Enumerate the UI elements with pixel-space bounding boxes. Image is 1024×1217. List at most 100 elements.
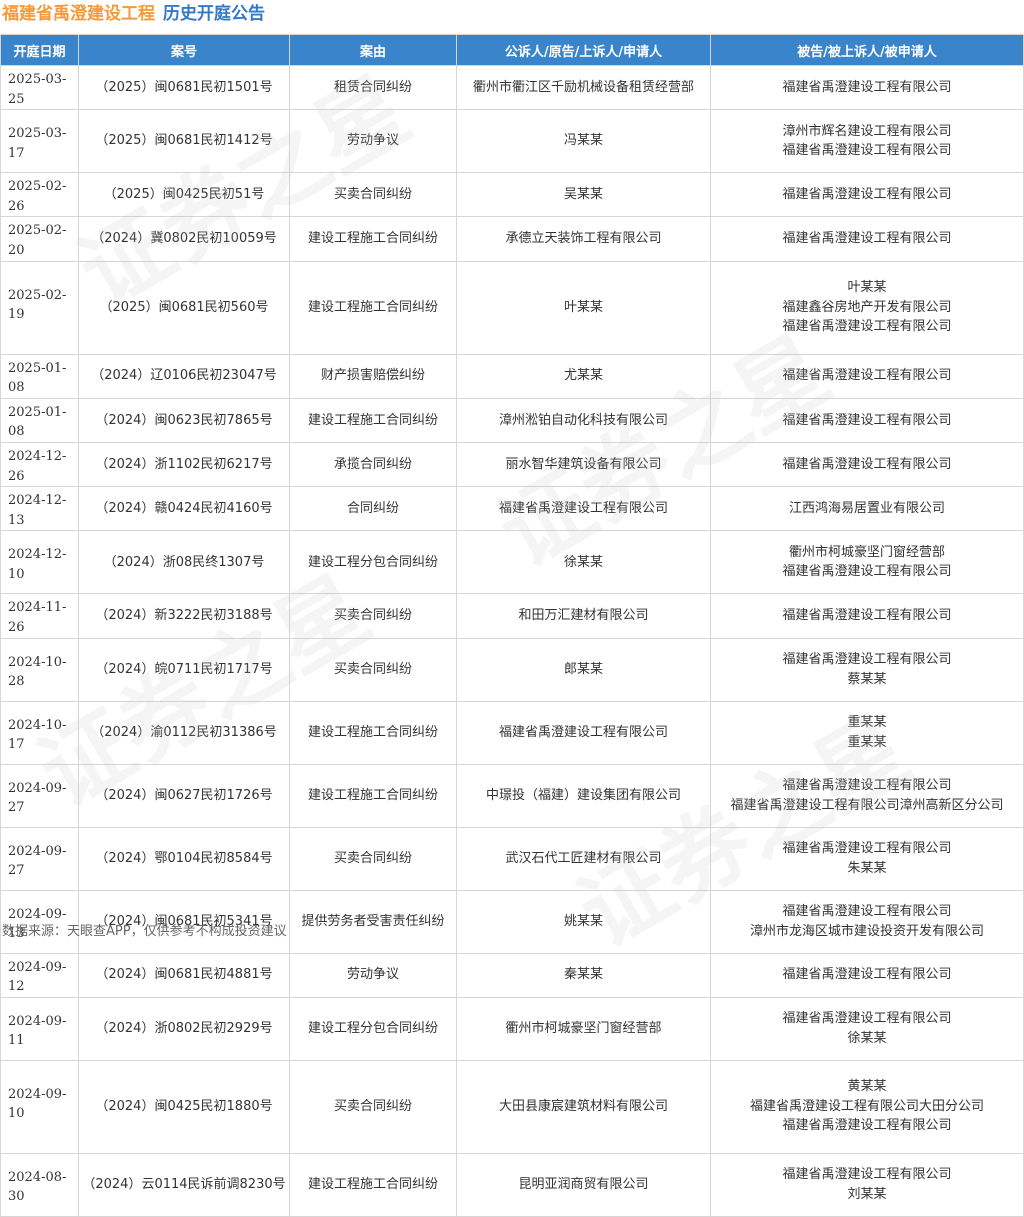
defendant-cell: 福建省禹澄建设工程有限公司 [710, 353, 1024, 399]
case-cause-cell: 建设工程施工合同纠纷 [289, 763, 457, 828]
defendant-name: 福建省禹澄建设工程有限公司 [782, 1167, 952, 1183]
table-row: 2025-02-26 （2025）闽0425民初51号 买卖合同纠纷 吴某某 福建省禹澄… [0, 172, 1024, 218]
column-header-case-no: 案号 [78, 34, 290, 66]
company-name: 福建省禹澄建设工程 [2, 4, 155, 24]
table-row: 2024-09-10 （2024）闽0425民初1880号 买卖合同纠纷 大田县康宸建… [0, 1059, 1024, 1154]
table-row: 2025-02-19 （2025）闽0681民初560号 建设工程施工合同纠纷 叶某某… [0, 260, 1024, 355]
plaintiff-cell: 中璟投（福建）建设集团有限公司 [456, 763, 711, 828]
case-cause-cell: 承揽合同纠纷 [289, 441, 457, 488]
hearing-date-cell: 2024-09-27 [0, 763, 79, 828]
defendant-name: 衢州市柯城豪坚门窗经营部 [788, 544, 945, 560]
plaintiff-name: 承德立天装饰工程有限公司 [505, 231, 662, 247]
case-number-cell: （2024）冀0802民初10059号 [78, 216, 290, 262]
case-number-cell: （2024）浙1102民初6217号 [78, 441, 290, 488]
defendant-cell: 福建省禹澄建设工程有限公司 徐某某 [710, 996, 1024, 1061]
table-row: 2024-09-27 （2024）鄂0104民初8584号 买卖合同纠纷 武汉石代工匠… [0, 826, 1024, 891]
table-row: 2024-09-12 （2024）闽0681民初4881号 劳动争议 秦某某 福建省禹澄… [0, 952, 1024, 998]
plaintiff-name: 秦某某 [563, 967, 603, 983]
plaintiff-cell: 衢州市衢江区千励机械设备租赁经营部 [456, 64, 711, 111]
plaintiff-name: 丽水智华建筑设备有限公司 [505, 456, 662, 472]
plaintiff-name: 徐某某 [563, 554, 603, 570]
case-cause-cell: 买卖合同纠纷 [289, 826, 457, 891]
plaintiff-cell: 尤某某 [456, 353, 711, 399]
column-header-cause: 案由 [289, 34, 457, 66]
plaintiff-name: 冯某某 [563, 133, 603, 149]
plaintiff-name: 衢州市柯城豪坚门窗经营部 [505, 1020, 662, 1036]
defendant-name: 叶某某 [847, 280, 887, 296]
case-number-cell: （2024）鄂0104民初8584号 [78, 826, 290, 891]
plaintiff-name: 昆明亚润商贸有限公司 [518, 1176, 649, 1192]
case-number-cell: （2024）闽0425民初1880号 [78, 1059, 290, 1154]
hearing-date-cell: 2024-10-28 [0, 637, 79, 702]
case-number-cell: （2024）辽0106民初23047号 [78, 353, 290, 399]
case-cause-cell: 买卖合同纠纷 [289, 637, 457, 702]
plaintiff-cell: 叶某某 [456, 260, 711, 355]
defendant-name: 福建省禹澄建设工程有限公司 [782, 79, 952, 95]
hearing-date-cell: 2025-02-26 [0, 172, 79, 218]
table-row: 2025-02-20 （2024）冀0802民初10059号 建设工程施工合同纠纷 承… [0, 216, 1024, 262]
case-number-cell: （2024）闽0627民初1726号 [78, 763, 290, 828]
defendant-name: 漳州市龙海区城市建设投资开发有限公司 [749, 923, 984, 939]
case-number-cell: （2024）皖0711民初1717号 [78, 637, 290, 702]
plaintiff-cell: 郎某某 [456, 637, 711, 702]
case-number-cell: （2024）新3222民初3188号 [78, 593, 290, 639]
plaintiff-name: 武汉石代工匠建材有限公司 [505, 850, 662, 866]
plaintiff-cell: 冯某某 [456, 109, 711, 174]
case-cause-cell: 买卖合同纠纷 [289, 593, 457, 639]
plaintiff-cell: 和田万汇建材有限公司 [456, 593, 711, 639]
page-header: 福建省禹澄建设工程 历史开庭公告 [0, 0, 1024, 34]
table-row: 2024-10-17 （2024）渝0112民初31386号 建设工程施工合同纠纷 福… [0, 700, 1024, 765]
defendant-cell: 福建省禹澄建设工程有限公司 [710, 441, 1024, 488]
case-number-cell: （2024）浙0802民初2929号 [78, 996, 290, 1061]
plaintiff-name: 福建省禹澄建设工程有限公司 [498, 500, 668, 516]
case-cause-cell: 劳动争议 [289, 109, 457, 174]
defendant-name: 福建省禹澄建设工程有限公司 [782, 231, 952, 247]
defendant-name: 徐某某 [847, 1030, 887, 1046]
hearing-date-cell: 2024-09-11 [0, 996, 79, 1061]
hearing-date-cell: 2025-03-25 [0, 64, 79, 111]
defendant-cell: 福建省禹澄建设工程有限公司 [710, 64, 1024, 111]
case-cause-cell: 买卖合同纠纷 [289, 172, 457, 218]
case-cause-cell: 建设工程施工合同纠纷 [289, 1152, 457, 1217]
column-header-date: 开庭日期 [0, 34, 79, 66]
hearing-date-cell: 2025-01-08 [0, 397, 79, 443]
hearing-date-cell: 2024-11-26 [0, 593, 79, 639]
case-cause-cell: 建设工程施工合同纠纷 [289, 397, 457, 443]
defendant-name: 福建省禹澄建设工程有限公司 [782, 368, 952, 384]
plaintiff-name: 和田万汇建材有限公司 [518, 608, 649, 624]
page-title: 历史开庭公告 [163, 4, 265, 24]
case-cause-cell: 买卖合同纠纷 [289, 1059, 457, 1154]
defendant-cell: 黄某某 福建省禹澄建设工程有限公司大田分公司 福建省禹澄建设工程有限公司 [710, 1059, 1024, 1154]
plaintiff-cell: 衢州市柯城豪坚门窗经营部 [456, 996, 711, 1061]
hearing-date-cell: 2025-02-20 [0, 216, 79, 262]
column-header-plaintiff: 公诉人/原告/上诉人/申请人 [456, 34, 711, 66]
defendant-name: 福建省禹澄建设工程有限公司 [782, 1011, 952, 1027]
table-row: 2024-09-11 （2024）浙0802民初2929号 建设工程分包合同纠纷 衢州… [0, 996, 1024, 1061]
plaintiff-name: 福建省禹澄建设工程有限公司 [498, 724, 668, 740]
hearing-date-cell: 2024-09-12 [0, 952, 79, 998]
case-cause-cell: 建设工程分包合同纠纷 [289, 530, 457, 595]
table-row: 2024-10-28 （2024）皖0711民初1717号 买卖合同纠纷 郎某某 福建省… [0, 637, 1024, 702]
table-row: 2025-01-08 （2024）辽0106民初23047号 财产损害赔偿纠纷 尤某某… [0, 353, 1024, 399]
hearing-date-cell: 2024-09-10 [0, 1059, 79, 1154]
defendant-cell: 福建省禹澄建设工程有限公司 漳州市龙海区城市建设投资开发有限公司 [710, 889, 1024, 954]
case-cause-cell: 财产损害赔偿纠纷 [289, 353, 457, 399]
defendant-cell: 叶某某 福建鑫谷房地产开发有限公司 福建省禹澄建设工程有限公司 [710, 260, 1024, 355]
column-header-defendant: 被告/被上诉人/被申请人 [710, 34, 1024, 66]
plaintiff-name: 郎某某 [563, 661, 603, 677]
defendant-cell: 江西鸿海易居置业有限公司 [710, 486, 1024, 532]
table-header-row: 开庭日期 案号 案由 公诉人/原告/上诉人/申请人 被告/被上诉人/被申请人 [0, 34, 1024, 66]
hearing-date-cell: 2025-01-08 [0, 353, 79, 399]
defendant-name: 福建鑫谷房地产开发有限公司 [782, 299, 952, 315]
table-row: 2024-12-10 （2024）浙08民终1307号 建设工程分包合同纠纷 徐某某 衢… [0, 530, 1024, 595]
plaintiff-name: 中璟投（福建）建设集团有限公司 [485, 787, 681, 803]
hearing-table: 开庭日期 案号 案由 公诉人/原告/上诉人/申请人 被告/被上诉人/被申请人 2… [0, 34, 1024, 1217]
case-number-cell: （2024）闽0623民初7865号 [78, 397, 290, 443]
defendant-cell: 福建省禹澄建设工程有限公司 [710, 172, 1024, 218]
defendant-name: 福建省禹澄建设工程有限公司 [782, 651, 952, 667]
case-cause-cell: 建设工程施工合同纠纷 [289, 216, 457, 262]
plaintiff-cell: 昆明亚润商贸有限公司 [456, 1152, 711, 1217]
table-row: 2025-03-25 （2025）闽0681民初1501号 租赁合同纠纷 衢州市衢江区… [0, 64, 1024, 111]
defendant-name: 漳州市辉名建设工程有限公司 [782, 123, 952, 139]
plaintiff-name: 吴某某 [563, 186, 603, 202]
